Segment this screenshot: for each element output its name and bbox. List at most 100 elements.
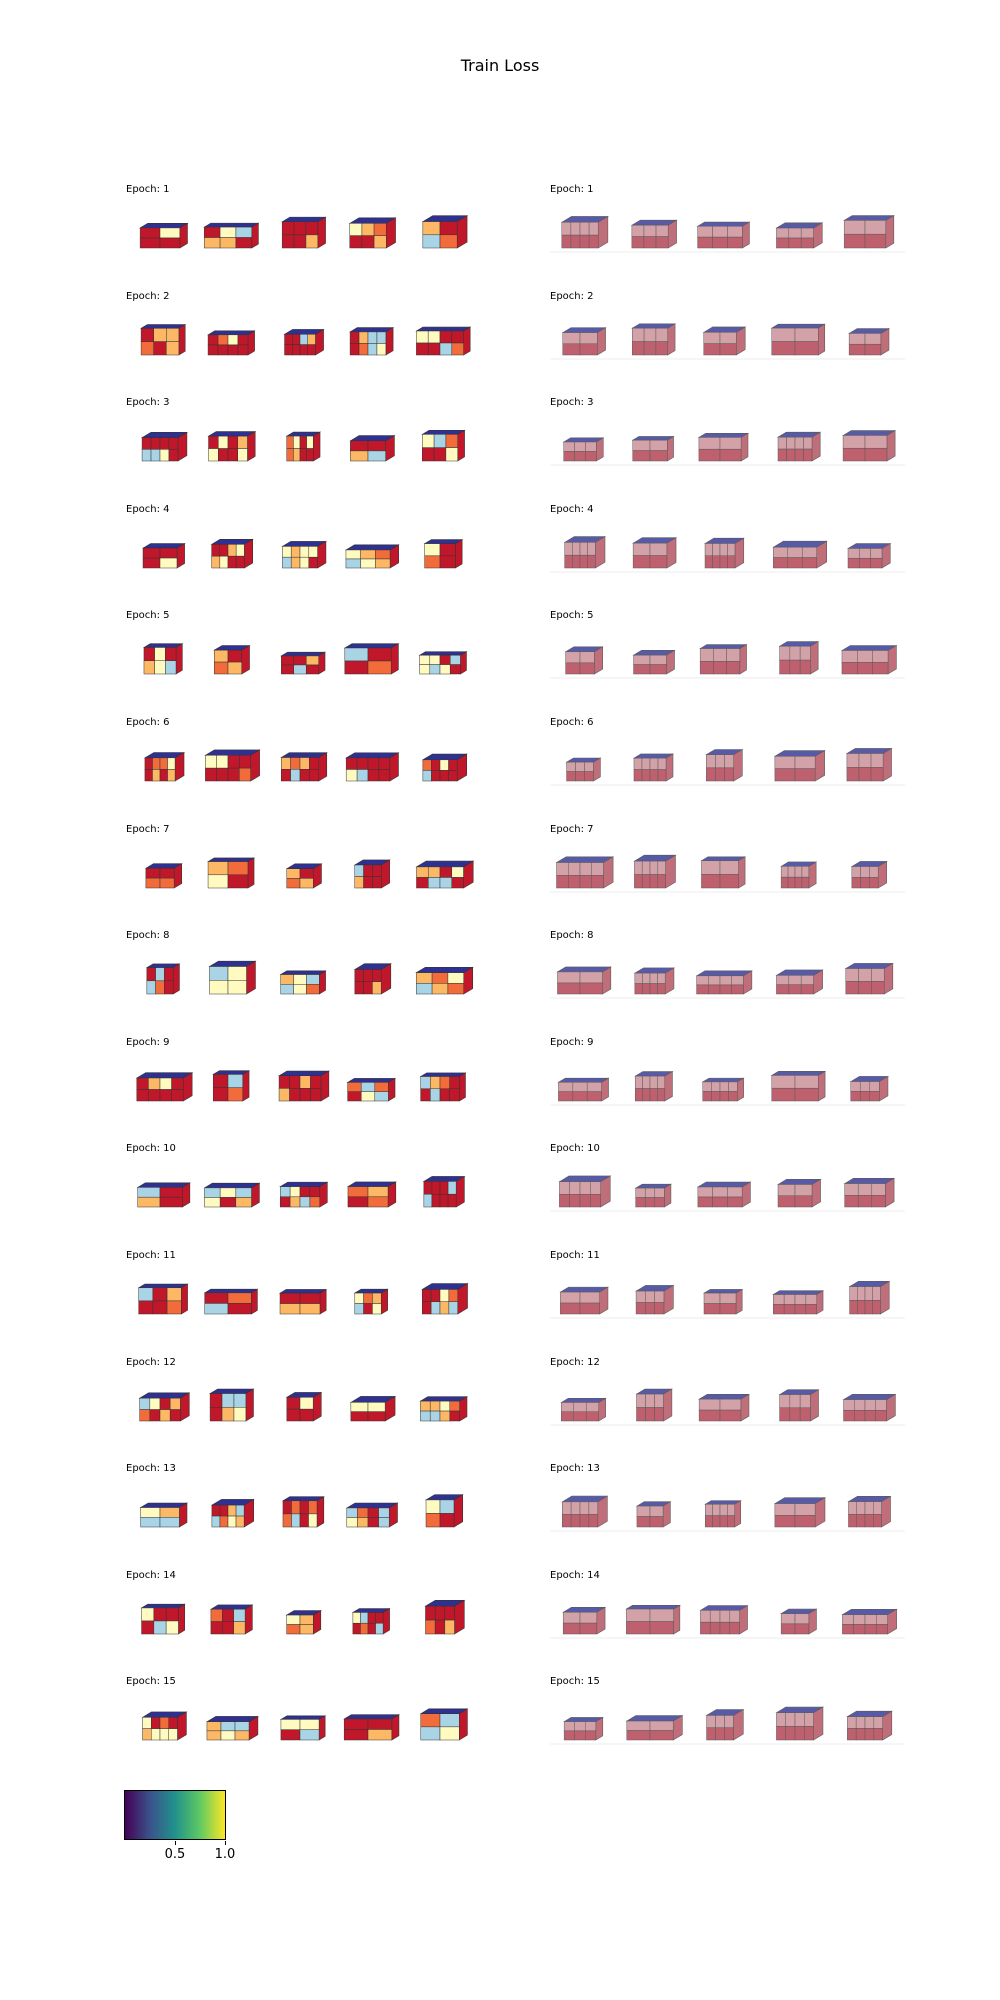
voxel-shape (633, 967, 676, 995)
voxel-shape (841, 430, 897, 462)
reconstruction-row (550, 430, 905, 466)
voxel-shape (560, 1397, 607, 1422)
voxel-shape (775, 1706, 825, 1741)
voxel-shape (703, 537, 745, 569)
voxel-shape (844, 962, 894, 995)
voxel-shape (634, 1183, 672, 1208)
voxel-shape (564, 646, 604, 675)
voxel-shape (631, 323, 677, 356)
voxel-shape (635, 1501, 672, 1528)
voxel-shape (850, 860, 888, 889)
colorbar-tick-label: 1.0 (214, 1847, 236, 1862)
epoch-label: Epoch: 8 (126, 930, 170, 941)
colorbar-tick-label: 0.5 (164, 1847, 186, 1862)
colorbar (124, 1790, 226, 1840)
epoch-label: Epoch: 13 (550, 1463, 600, 1474)
voxel-shape (778, 1389, 820, 1422)
voxel-shape (633, 854, 677, 889)
voxel-shape (632, 753, 675, 782)
voxel-shape (780, 1608, 818, 1635)
voxel-shape (770, 1070, 827, 1102)
epoch-label: Epoch: 14 (126, 1570, 176, 1581)
epoch-label: Epoch: 15 (126, 1676, 176, 1687)
colorbar-tick (175, 1841, 176, 1845)
voxel-shape (565, 757, 602, 782)
reconstruction-row (550, 962, 905, 999)
voxel-shape (632, 537, 678, 569)
voxel-shape (705, 1709, 745, 1741)
voxel-shape (776, 1178, 822, 1208)
voxel-shape (697, 432, 750, 462)
voxel-shape (778, 641, 820, 675)
voxel-shape (631, 435, 675, 462)
epoch-label: Epoch: 10 (126, 1143, 176, 1154)
voxel-shape (780, 861, 818, 889)
reconstruction-row (550, 1388, 905, 1426)
voxel-shape (696, 1181, 752, 1208)
reconstruction-row (550, 1175, 905, 1212)
voxel-shape (634, 1284, 675, 1315)
epoch-label: Epoch: 13 (126, 1463, 176, 1474)
voxel-shape (772, 540, 828, 569)
epoch-label: Epoch: 7 (126, 824, 170, 835)
voxel-shape (846, 542, 892, 569)
epoch-label: Epoch: 8 (550, 930, 594, 941)
reconstruction-row (550, 323, 905, 360)
voxel-shape (563, 536, 607, 569)
figure-title: Train Loss (460, 56, 540, 75)
voxel-shape (696, 221, 751, 249)
reconstruction-row (550, 1706, 905, 1745)
voxel-shape (840, 644, 898, 675)
reconstruction-row (550, 1280, 905, 1319)
epoch-label: Epoch: 9 (550, 1037, 594, 1048)
reconstruction-row (550, 747, 905, 786)
voxel-shape (841, 1608, 898, 1635)
voxel-shape (630, 219, 678, 249)
voxel-shape (632, 649, 676, 675)
voxel-shape (699, 1605, 749, 1635)
colorbar-tick (225, 1841, 226, 1845)
epoch-label: Epoch: 1 (126, 184, 170, 195)
voxel-shape (848, 328, 891, 356)
epoch-label: Epoch: 3 (126, 397, 170, 408)
voxel-shape (556, 966, 612, 995)
voxel-shape (557, 1077, 610, 1102)
epoch-label: Epoch: 4 (550, 504, 594, 515)
voxel-shape (772, 1290, 825, 1315)
voxel-shape (845, 747, 893, 782)
epoch-label: Epoch: 11 (550, 1250, 600, 1261)
voxel-shape (561, 327, 607, 356)
reconstruction-row (550, 215, 905, 253)
voxel-shape (701, 1077, 745, 1102)
voxel-shape (849, 1075, 890, 1102)
epoch-label: Epoch: 2 (550, 291, 594, 302)
epoch-label: Epoch: 5 (126, 610, 170, 621)
voxel-shape (625, 1604, 681, 1635)
voxel-shape (700, 856, 747, 889)
epoch-label: Epoch: 5 (550, 610, 594, 621)
voxel-shape (635, 1388, 673, 1422)
epoch-label: Epoch: 12 (126, 1357, 176, 1368)
epoch-label: Epoch: 14 (550, 1570, 600, 1581)
voxel-shape (699, 644, 748, 675)
voxel-shape (847, 1495, 892, 1528)
voxel-shape (846, 1710, 893, 1741)
voxel-shape (705, 748, 744, 782)
voxel-shape (704, 1500, 742, 1528)
voxel-shape (702, 1288, 744, 1315)
voxel-shape (775, 969, 824, 995)
epoch-label: Epoch: 7 (550, 824, 594, 835)
voxel-shape (842, 1393, 897, 1422)
voxel-shape (625, 1715, 684, 1741)
voxel-shape (843, 215, 895, 249)
epoch-label: Epoch: 10 (550, 1143, 600, 1154)
voxel-shape (770, 323, 826, 356)
voxel-shape (555, 856, 615, 889)
voxel-shape (634, 1070, 674, 1102)
voxel-shape (560, 215, 609, 249)
epoch-label: Epoch: 4 (126, 504, 170, 515)
voxel-shape (702, 326, 747, 356)
reconstruction-row (550, 854, 905, 893)
voxel-shape (562, 1606, 607, 1635)
voxel-shape (773, 750, 826, 782)
